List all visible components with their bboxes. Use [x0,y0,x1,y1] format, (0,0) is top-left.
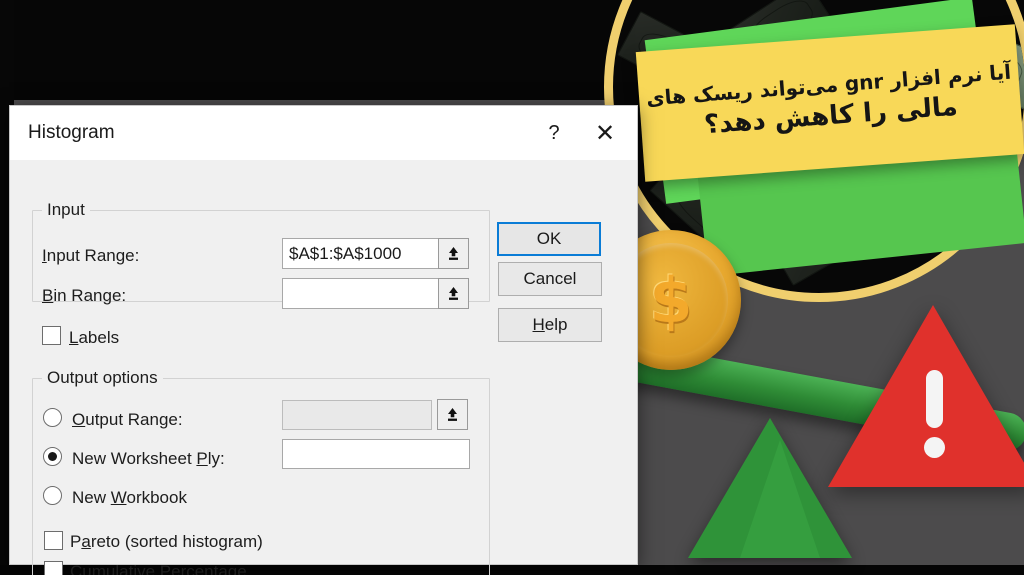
seesaw-fulcrum-highlight [740,440,820,558]
close-icon[interactable]: ✕ [577,107,633,159]
pareto-checkbox-label: Pareto (sorted histogram) [70,532,263,551]
exclamation-dot [924,437,945,458]
help-button[interactable]: Help [498,308,602,342]
bin-range-input[interactable] [282,278,439,309]
labels-checkbox[interactable] [42,326,61,345]
cumulative-percentage-checkbox[interactable] [44,561,63,575]
bin-range-label: Bin Range: [42,286,127,305]
dialog-title: Histogram [28,122,115,143]
ok-button[interactable]: OK [497,222,601,256]
input-group-legend: Input [42,200,90,220]
exclamation-bar [926,370,943,428]
radio-new-workbook[interactable] [43,486,62,505]
radio-new-worksheet-ply[interactable] [43,447,62,466]
radio-output-range-label: Output Range: [72,410,183,429]
radio-dot [48,452,57,461]
input-range-input[interactable]: $A$1:$A$1000 [282,238,439,269]
histogram-dialog: Histogram ? ✕ Input Input Range: $A$1:$A… [9,105,638,575]
dialog-titlebar: Histogram ? ✕ [10,106,637,160]
headline-note: آیا نرم افزار rng می‌تواند ریسک های مالی… [635,24,1024,182]
output-range-input[interactable] [282,400,432,430]
radio-new-worksheet-ply-label: New Worksheet Ply: [72,449,225,468]
new-worksheet-ply-input[interactable] [282,439,470,469]
collapse-dialog-icon[interactable] [437,399,468,430]
collapse-dialog-icon[interactable] [438,278,469,309]
input-range-label: Input Range: [42,246,140,265]
cancel-button[interactable]: Cancel [498,262,602,296]
output-options-legend: Output options [42,368,163,388]
question-mark-icon[interactable]: ? [531,107,577,159]
collapse-dialog-icon[interactable] [438,238,469,269]
screenshot-stage: آیا نرم افزار rng می‌تواند ریسک های مالی… [0,0,1024,575]
cumulative-percentage-checkbox-label: Cumulative Percentage [70,562,247,575]
dialog-body: Input Input Range: $A$1:$A$1000 Bin Rang… [10,160,637,575]
labels-checkbox-label: Labels [69,328,120,347]
radio-new-workbook-label: New Workbook [72,488,187,507]
pareto-checkbox[interactable] [44,531,63,550]
radio-output-range[interactable] [43,408,62,427]
